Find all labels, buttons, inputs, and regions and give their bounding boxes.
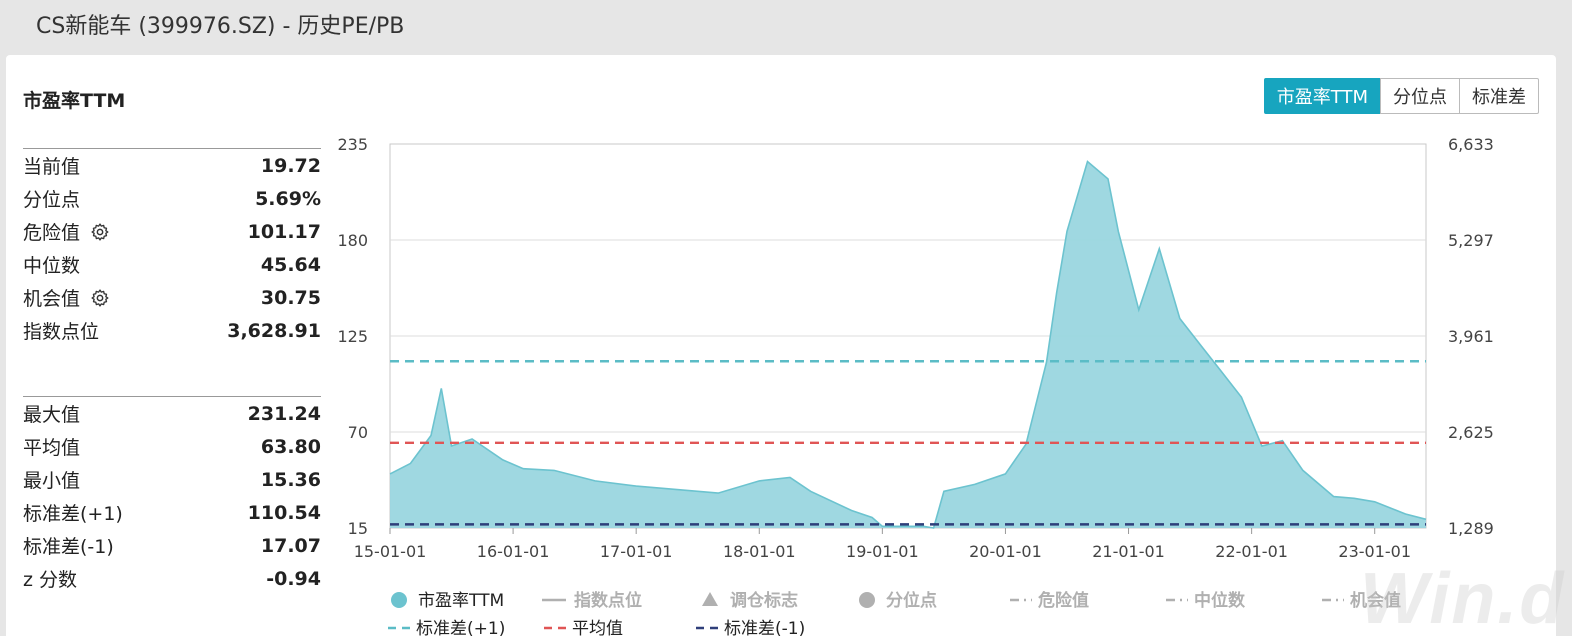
y-tick-label: 235 [337,135,368,154]
legend-label[interactable]: 危险值 [1037,590,1089,611]
pe-area [390,161,1426,528]
legend-label[interactable]: 市盈率TTM [418,591,504,611]
x-tick-label: 22-01-01 [1215,542,1288,561]
legend-label[interactable]: 标准差(+1) [416,619,505,636]
legend-label[interactable]: 平均值 [572,619,623,636]
x-tick-label: 17-01-01 [600,542,673,561]
y2-tick-label: 6,633 [1448,135,1494,154]
y2-tick-label: 5,297 [1448,231,1494,250]
legend-label[interactable]: 分位点 [886,590,937,611]
legend-label[interactable]: 中位数 [1194,590,1246,611]
x-tick-label: 20-01-01 [969,542,1042,561]
y2-tick-label: 1,289 [1448,519,1494,538]
y2-tick-label: 2,625 [1448,423,1494,442]
y-tick-label: 180 [337,231,368,250]
pe-chart: 15 70 125 180 235 1,289 2,625 3,961 5,297 6,633 15… [337,135,1494,636]
legend-marker[interactable] [391,592,407,608]
y-tick-label: 15 [348,519,368,538]
legend-label[interactable]: 标准差(-1) [724,619,805,636]
x-tick-label: 19-01-01 [846,542,919,561]
y2-tick-label: 3,961 [1448,327,1494,346]
x-tick-label: 15-01-01 [354,542,427,561]
y-tick-label: 70 [348,423,368,442]
y-tick-label: 125 [337,327,368,346]
x-tick-label: 16-01-01 [477,542,550,561]
legend-marker[interactable] [859,592,875,608]
x-tick-label: 21-01-01 [1092,542,1165,561]
x-tick-label: 18-01-01 [723,542,796,561]
legend-label[interactable]: 指数点位 [574,590,642,611]
legend-label[interactable]: 调仓标志 [730,590,798,611]
legend-marker[interactable] [702,592,718,606]
wind-watermark: Win.d [1360,559,1566,636]
